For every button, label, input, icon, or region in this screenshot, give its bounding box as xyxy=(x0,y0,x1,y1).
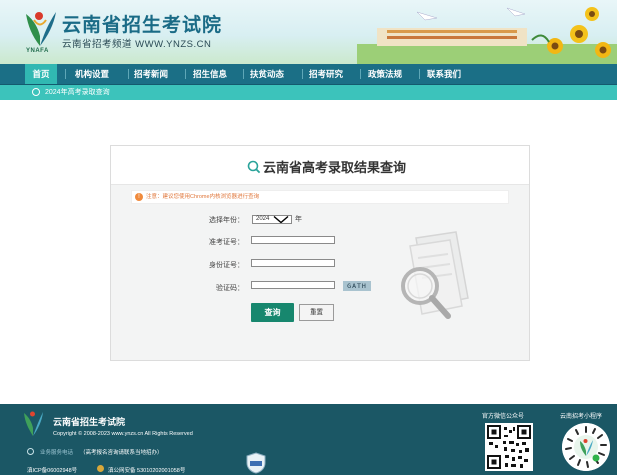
year-label: 选择年份： xyxy=(209,217,244,224)
captcha-label: 验证码： xyxy=(216,285,244,292)
nav-item-policy[interactable]: 政策法规 xyxy=(365,64,405,84)
miniprogram-code-icon xyxy=(562,423,610,471)
year-value: 2024 xyxy=(256,216,270,222)
id-number-label: 身份证号： xyxy=(209,262,244,269)
footer-phone-link[interactable]: 业务服务电话 xyxy=(40,448,73,456)
ynafa-logo-icon[interactable] xyxy=(22,6,58,50)
subnav-link-results[interactable]: 2024年高考录取查询 xyxy=(45,85,110,100)
query-button[interactable]: 查询 xyxy=(251,303,294,322)
warning-icon: ! xyxy=(135,193,143,201)
footer-police-record[interactable]: 滇公网安备 53010202001058号 xyxy=(108,466,185,474)
banner-decoration-illustration xyxy=(357,7,617,64)
notice-text: 注意：建议您使用Chrome内核浏览器进行查询 xyxy=(146,194,260,200)
search-magnifier-icon xyxy=(247,160,261,174)
captcha-input[interactable] xyxy=(251,281,335,289)
footer-copyright: Copyright © 2008-2023 www.ynzs.cn All Ri… xyxy=(53,431,193,437)
police-badge-icon xyxy=(97,465,104,472)
footer-phone-note: （高考报名咨询请联系当地招办） xyxy=(80,450,163,456)
main-nav: 首页 机构设置 招考新闻 招生信息 扶贫动态 招考研究 政策法规 联系我们 xyxy=(0,64,617,85)
link-icon xyxy=(32,88,40,96)
nav-item-poverty[interactable]: 扶贫动态 xyxy=(247,64,287,84)
nav-item-home[interactable]: 首页 xyxy=(25,64,57,84)
site-title: 云南省招生考试院 xyxy=(62,15,223,36)
document-magnifier-illustration xyxy=(401,231,469,319)
chevron-down-icon xyxy=(273,216,289,223)
nav-item-admissions[interactable]: 招生信息 xyxy=(190,64,230,84)
panel-title: 云南省高考录取结果查询 xyxy=(263,160,407,175)
nav-divider xyxy=(243,69,244,79)
year-unit: 年 xyxy=(295,216,302,223)
nav-divider xyxy=(302,69,303,79)
nav-divider xyxy=(360,69,361,79)
nav-item-research[interactable]: 招考研究 xyxy=(306,64,346,84)
nav-divider xyxy=(185,69,186,79)
footer-title: 云南省招生考试院 xyxy=(53,417,126,427)
sub-nav: 2024年高考录取查询 xyxy=(0,85,617,100)
panel-header: 云南省高考录取结果查询 xyxy=(111,146,529,185)
captcha-image[interactable]: GATH xyxy=(343,281,371,291)
exam-number-label: 准考证号： xyxy=(209,239,244,246)
nav-divider xyxy=(419,69,420,79)
exam-number-input[interactable] xyxy=(251,236,335,244)
footer-logo-icon xyxy=(24,411,43,436)
browser-notice: ! 注意：建议您使用Chrome内核浏览器进行查询 xyxy=(131,190,509,204)
nav-item-contact[interactable]: 联系我们 xyxy=(424,64,464,84)
year-select[interactable]: 2024 xyxy=(252,215,292,224)
query-panel: 云南省高考录取结果查询 ! 注意：建议您使用Chrome内核浏览器进行查询 选择… xyxy=(110,145,530,361)
government-badge-icon[interactable] xyxy=(246,452,266,474)
nav-item-organization[interactable]: 机构设置 xyxy=(72,64,112,84)
miniprogram-label: 云南招考小程序 xyxy=(560,414,603,420)
reset-button[interactable]: 重置 xyxy=(299,304,334,321)
footer-icp[interactable]: 滇ICP备06002948号 xyxy=(27,466,77,474)
id-number-input[interactable] xyxy=(251,259,335,267)
wechat-label: 官方微信公众号 xyxy=(482,414,525,420)
logo-text: YNAFA xyxy=(26,48,49,54)
site-subtitle: 云南省招考频道 WWW.YNZS.CN xyxy=(62,39,212,50)
site-banner: YNAFA 云南省招生考试院 云南省招考频道 WWW.YNZS.CN xyxy=(0,0,617,64)
nav-item-news[interactable]: 招考新闻 xyxy=(131,64,171,84)
wechat-qr-code-icon xyxy=(485,423,533,471)
phone-icon xyxy=(27,448,34,455)
nav-divider xyxy=(65,69,66,79)
site-footer: 云南省招生考试院 Copyright © 2008-2023 www.ynzs.… xyxy=(0,404,617,475)
nav-divider xyxy=(128,69,129,79)
